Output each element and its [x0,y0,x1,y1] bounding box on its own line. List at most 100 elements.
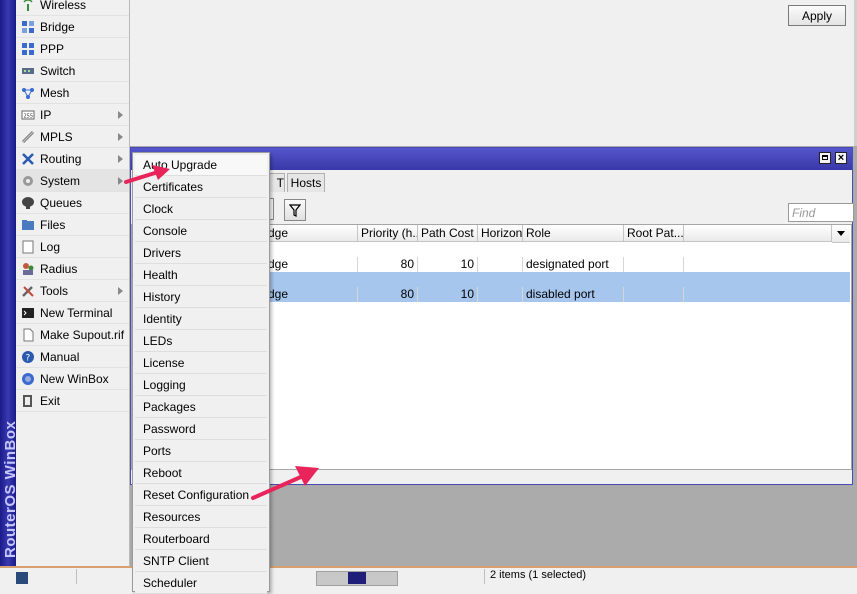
sidebar-item-bridge[interactable]: Bridge [16,16,129,38]
terminal-icon [20,305,36,321]
submenu-item-auto-upgrade[interactable]: Auto Upgrade [135,155,267,176]
maximize-icon[interactable] [819,152,831,164]
bridge-icon [20,19,36,35]
sidebar-item-new-terminal[interactable]: New Terminal [16,302,129,324]
exit-icon [20,393,36,409]
column-header-path-cost[interactable]: Path Cost [418,225,478,242]
sidebar-item-label: Exit [40,393,61,408]
help-icon: ? [20,349,36,365]
find-input[interactable] [788,203,854,222]
sidebar-item-manual[interactable]: ? Manual [16,346,129,368]
main-menu: Wireless Bridge PPP Switch Mesh 255 IP M… [16,0,130,566]
sidebar-item-label: Radius [40,261,78,276]
sidebar-item-label: Files [40,217,66,232]
submenu-arrow-icon [118,286,123,295]
queues-icon [20,195,36,211]
submenu-arrow-icon [118,110,123,119]
column-header-priority[interactable]: Priority (h... [358,225,418,242]
mesh-icon [20,85,36,101]
column-header-role[interactable]: Role [523,225,624,242]
submenu-item-drivers[interactable]: Drivers [135,243,267,264]
sidebar-item-switch[interactable]: Switch [16,60,129,82]
sidebar-item-label: System [40,173,81,188]
sidebar-item-new-winbox[interactable]: New WinBox [16,368,129,390]
svg-text:255: 255 [24,113,34,119]
sidebar-item-tools[interactable]: Tools [16,280,129,302]
cell-role: designated port [523,257,624,272]
ppp-icon [20,41,36,57]
submenu-item-reboot[interactable]: Reboot [135,463,267,484]
brand-strip: RouterOS WinBox [0,0,19,584]
tools-icon [20,283,36,299]
sidebar-item-ip[interactable]: 255 IP [16,104,129,126]
submenu-item-resources[interactable]: Resources [135,507,267,528]
submenu-item-logging[interactable]: Logging [135,375,267,396]
sidebar-item-label: Queues [40,195,83,210]
sidebar-item-exit[interactable]: Exit [16,390,129,412]
tab-hosts[interactable]: Hosts [287,173,325,192]
submenu-item-sntp-client[interactable]: SNTP Client [135,551,267,572]
submenu-item-clock[interactable]: Clock [135,199,267,220]
sidebar-item-label: IP [40,107,52,122]
submenu-item-history[interactable]: History [135,287,267,308]
sidebar-item-mesh[interactable]: Mesh [16,82,129,104]
submenu-item-password[interactable]: Password [135,419,267,440]
system-submenu: Auto Upgrade Certificates Clock Console … [132,152,270,594]
sidebar-item-wireless[interactable]: Wireless [16,0,129,16]
sidebar-item-label: Routing [40,151,82,166]
status-text: 2 items (1 selected) [490,569,586,581]
cell-horizon [478,287,523,302]
taskbar-icon [16,572,28,584]
top-panel [130,0,857,146]
submenu-item-reset-configuration[interactable]: Reset Configuration [135,485,267,506]
sidebar-item-ppp[interactable]: PPP [16,38,129,60]
sidebar-item-label: Manual [40,349,80,364]
chevron-down-icon[interactable] [832,225,850,243]
sidebar-item-label: Tools [40,283,69,298]
cell-root-path [624,287,684,302]
sidebar-item-label: Log [40,239,61,254]
cell-horizon [478,257,523,272]
cell-root-path [624,257,684,272]
cell-role: disabled port [523,287,624,302]
sidebar-item-mpls[interactable]: MPLS [16,126,129,148]
sidebar-item-label: Switch [40,63,76,78]
filter-button[interactable] [284,199,306,221]
column-header-horizon[interactable]: Horizon [478,225,523,242]
apply-button[interactable]: Apply [788,5,846,26]
column-header-root-path[interactable]: Root Pat... [624,225,684,242]
sidebar-item-label: Wireless [40,0,87,12]
cell-priority: 80 [358,257,418,272]
sidebar-item-label: PPP [40,41,65,56]
submenu-item-license[interactable]: License [135,353,267,374]
switch-icon [20,63,36,79]
close-icon[interactable]: × [835,152,847,164]
wireless-icon [20,0,36,13]
cell-path-cost: 10 [418,257,478,272]
submenu-item-packages[interactable]: Packages [135,397,267,418]
sidebar-item-files[interactable]: Files [16,214,129,236]
log-icon [20,239,36,255]
bottom-thumbnail-icon [348,572,366,584]
winbox-icon [20,371,36,387]
submenu-item-ports[interactable]: Ports [135,441,267,462]
sidebar-item-system[interactable]: System [16,170,129,192]
bottom-divider [76,569,77,584]
document-icon [20,327,36,343]
submenu-item-identity[interactable]: Identity [135,309,267,330]
column-header-empty [684,225,832,242]
submenu-item-health[interactable]: Health [135,265,267,286]
sidebar-item-make-supout[interactable]: Make Supout.rif [16,324,129,346]
submenu-item-leds[interactable]: LEDs [135,331,267,352]
mpls-icon [20,129,36,145]
submenu-item-console[interactable]: Console [135,221,267,242]
sidebar-item-routing[interactable]: Routing [16,148,129,170]
sidebar-item-log[interactable]: Log [16,236,129,258]
bottom-bar [0,566,857,586]
submenu-item-routerboard[interactable]: Routerboard [135,529,267,550]
sidebar-item-radius[interactable]: Radius [16,258,129,280]
sidebar-item-queues[interactable]: Queues [16,192,129,214]
sidebar-item-label: Mesh [40,85,70,100]
submenu-item-certificates[interactable]: Certificates [135,177,267,198]
sidebar-item-label: New Terminal [40,305,113,320]
